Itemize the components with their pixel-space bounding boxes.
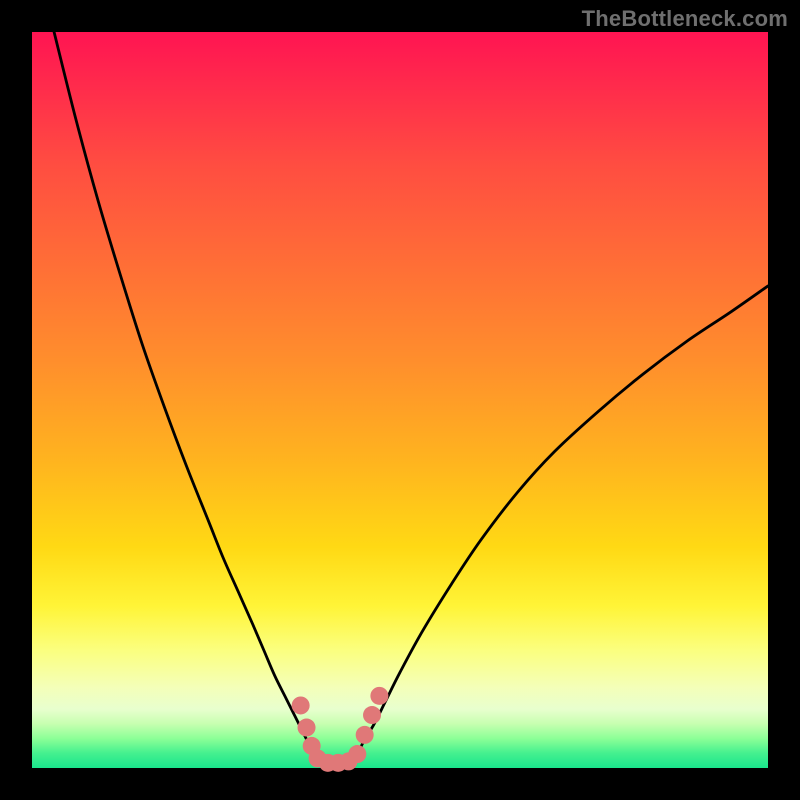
marker-dot <box>356 726 374 744</box>
marker-dot <box>348 745 366 763</box>
curve-layer <box>54 32 768 764</box>
marker-dot <box>298 719 316 737</box>
marker-dot <box>370 687 388 705</box>
marker-layer <box>292 687 389 772</box>
marker-dot <box>363 706 381 724</box>
chart-overlay <box>32 32 768 768</box>
series-right-branch <box>356 286 768 759</box>
series-left-branch <box>54 32 317 758</box>
watermark-text: TheBottleneck.com <box>582 6 788 32</box>
chart-frame: TheBottleneck.com <box>0 0 800 800</box>
marker-dot <box>292 696 310 714</box>
